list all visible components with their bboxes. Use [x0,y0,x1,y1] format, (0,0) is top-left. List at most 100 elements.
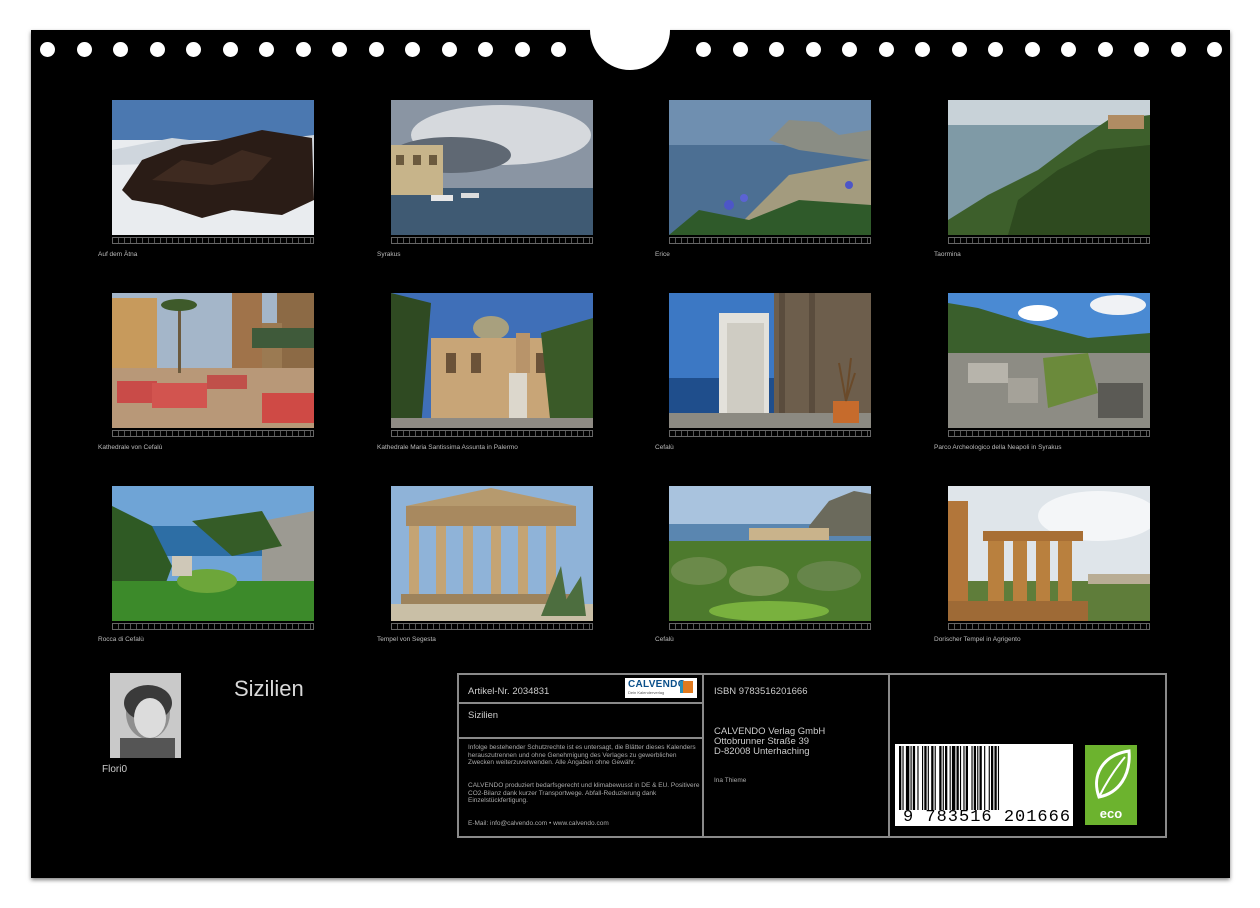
binding-hole [878,42,894,57]
binding-hole [1061,42,1076,57]
barcode-bar [951,746,956,810]
photographer-name: Ina Thieme [714,777,747,784]
binding-hole [1024,42,1040,57]
photo-caption: Kathedrale von Cefalù [98,444,163,451]
barcode-bar [931,746,934,810]
author-portrait [110,673,181,758]
barcode-bar [956,746,959,810]
photo-caption: Auf dem Ätna [98,251,138,258]
binding-hole [1170,42,1186,57]
date-strip [948,623,1150,630]
binding-hole [769,42,784,57]
article-number: Artikel-Nr. 2034831 [468,686,550,697]
photo-caption: Rocca di Cefalù [98,636,144,643]
photo-cefalu-cathedral [112,293,314,428]
barcode-bars [899,746,1000,810]
calvendo-logo: CALVENDO Dein Kalenderverlag [625,678,697,698]
binding-hole [259,42,274,57]
barcode-bar [963,746,965,810]
binding-hole [113,42,128,57]
binding-hole [1134,42,1149,57]
binding-hole [222,42,238,57]
barcode-bar [997,746,1000,810]
barcode-bar [991,746,994,810]
binding-hole [478,42,493,57]
barcode-bar [949,746,951,810]
barcode-bar [927,746,929,810]
barcode-bar [965,746,968,810]
barcode-bar [979,746,982,810]
barcode-bar [917,746,919,810]
logo-mark-icon [680,681,693,693]
binding-hole [951,42,967,57]
barcode-bar [945,746,948,810]
logo-wordmark: CALVENDO [628,679,686,690]
photo-etna [112,100,314,235]
binding-hole [149,42,165,57]
binding-hole [842,42,857,57]
binding-hole [696,42,711,57]
photo-cefalu-stairs [669,293,871,428]
barcode-number: 9 783516 201666 [903,808,1072,827]
barcode-bar [902,746,904,810]
binding-hole [368,42,384,57]
binding-hole [40,42,55,57]
binding-hole [186,42,201,57]
date-strip [112,623,314,630]
barcode-bar [973,746,977,810]
barcode-bar [942,746,944,810]
photo-caption: Parco Archeologico della Neapoli in Syra… [934,444,1062,451]
binding-hole [551,42,566,57]
barcode-bar [924,746,927,810]
barcode-bar [922,746,924,810]
binding-hole [1097,42,1113,57]
date-strip [948,237,1150,244]
binding-hole [332,42,347,57]
photo-cefalu-olive [669,486,871,621]
author-name: Flori0 [102,764,128,775]
binding-hole [405,42,420,57]
binding-hole [915,42,930,57]
photo-caption: Taormina [934,251,961,258]
barcode-bar [971,746,973,810]
leaf-icon [1095,749,1131,799]
photo-caption: Cefalù [655,444,674,451]
photo-erice [669,100,871,235]
binding-hole [1207,42,1222,57]
photo-caption: Cefalù [655,636,674,643]
barcode-bar [905,746,910,810]
photo-taormina [948,100,1150,235]
spiral-binding [0,0,1260,70]
eco-text: CALVENDO produziert bedarfsgerecht und k… [468,782,700,804]
publisher-city: D-82008 Unterhaching [714,746,810,757]
barcode-bar [959,746,962,810]
barcode-bar [899,746,902,810]
date-strip [112,430,314,437]
date-strip [391,430,593,437]
photo-caption: Erice [655,251,670,258]
photo-caption: Tempel von Segesta [377,636,436,643]
photo-caption: Syrakus [377,251,401,258]
binding-hole [732,42,748,57]
binding-hole [514,42,530,57]
barcode: 9 783516 201666 [895,744,1073,827]
calendar-title: Sizilien [234,676,304,701]
binding-hole [441,42,457,57]
eco-badge: eco [1085,745,1137,825]
disclaimer-text: Infolge bestehender Schutzrechte ist es … [468,744,696,766]
date-strip [112,237,314,244]
barcode-bar [934,746,936,810]
photo-palermo-cathedral [391,293,593,428]
date-strip [948,430,1150,437]
calendar-name: Sizilien [468,710,499,721]
logo-tagline: Dein Kalenderverlag [628,690,665,695]
photo-rocca [112,486,314,621]
hanger-cutout [590,0,670,70]
photo-caption: Dorischer Tempel in Agrigento [934,636,1021,643]
photo-segesta [391,486,593,621]
barcode-bar [910,746,912,810]
isbn: ISBN 9783516201666 [714,686,808,697]
contact-text: E-Mail: info@calvendo.com • www.calvendo… [468,820,609,827]
barcode-bar [912,746,916,810]
photo-syracuse [391,100,593,235]
